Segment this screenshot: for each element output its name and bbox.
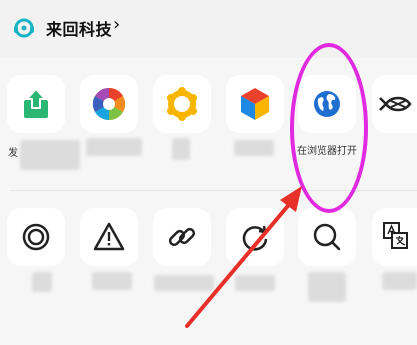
annotation-arrow bbox=[185, 186, 302, 328]
